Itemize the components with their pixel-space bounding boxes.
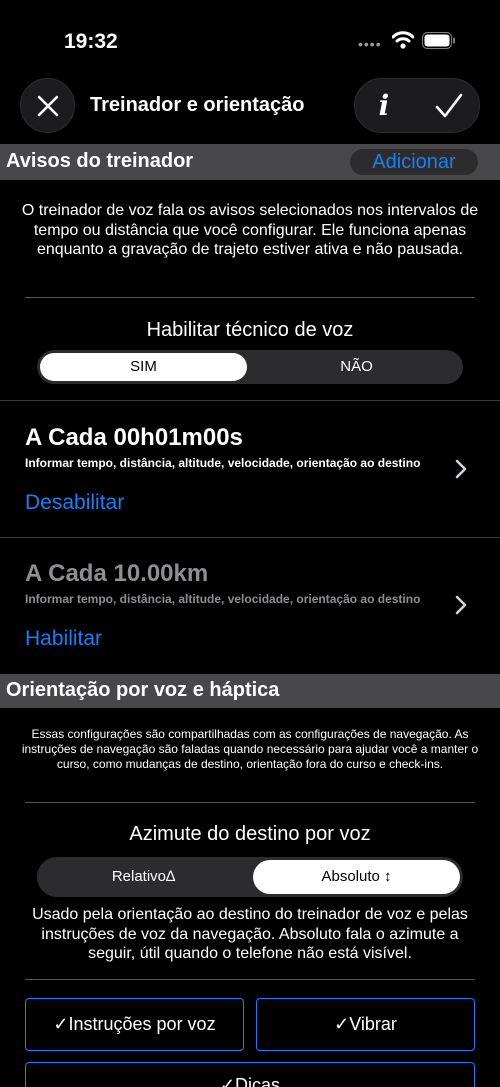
guidance-description: Essas configurações são compartilhadas c… xyxy=(21,727,479,771)
divider xyxy=(0,537,500,538)
divider xyxy=(25,802,475,803)
trigger-description: Informar tempo, distância, altitude, vel… xyxy=(25,456,421,470)
enable-voice-coach-label: Habilitar técnico de voz xyxy=(146,319,354,341)
status-bar: 19:32 •••• xyxy=(0,0,500,80)
vibrate-toggle[interactable]: ✓Vibrar xyxy=(256,998,475,1051)
chevron-right-icon xyxy=(455,595,467,615)
section-title: Avisos do treinador xyxy=(6,150,194,172)
navigation-bar: Treinador e orientação i xyxy=(0,78,500,136)
divider xyxy=(25,979,475,980)
option-relative[interactable]: Relativo∆ xyxy=(40,860,247,894)
coach-description: O treinador de voz fala os avisos seleci… xyxy=(21,202,479,258)
enable-trigger-link[interactable]: Habilitar xyxy=(25,627,102,651)
done-button[interactable] xyxy=(435,92,463,120)
option-absolute[interactable]: Absoluto ↕ xyxy=(253,860,460,894)
disable-trigger-link[interactable]: Desabilitar xyxy=(25,491,124,515)
bearing-control: Relativo∆ Absoluto ↕ xyxy=(37,857,463,897)
hints-toggle[interactable]: ✓Dicas xyxy=(25,1062,475,1087)
close-icon xyxy=(37,95,58,116)
trigger-title: A Cada 10.00km xyxy=(25,560,209,587)
option-yes[interactable]: SIM xyxy=(40,353,247,381)
guidance-section-header: Orientação por voz e háptica xyxy=(0,674,500,708)
coach-section-header: Avisos do treinador Adicionar xyxy=(0,144,500,180)
page-title: Treinador e orientação xyxy=(90,94,305,116)
divider xyxy=(0,400,500,401)
trigger-title: A Cada 00h01m00s xyxy=(25,424,243,451)
voice-instructions-toggle[interactable]: ✓Instruções por voz xyxy=(25,998,244,1051)
status-time: 19:32 xyxy=(64,30,118,53)
action-group: i xyxy=(354,78,480,133)
cellular-signal-icon: •••• xyxy=(358,36,382,52)
bearing-description: Usado pela orientação ao destino do trei… xyxy=(32,906,468,962)
enable-voice-coach-control: SIM NÃO xyxy=(37,350,463,384)
section-title: Orientação por voz e háptica xyxy=(6,679,280,701)
option-no[interactable]: NÃO xyxy=(253,353,460,381)
trigger-description: Informar tempo, distância, altitude, vel… xyxy=(25,592,421,606)
battery-icon xyxy=(422,32,455,49)
info-button[interactable]: i xyxy=(369,89,399,122)
add-button[interactable]: Adicionar xyxy=(350,149,478,175)
divider xyxy=(25,297,475,298)
close-button[interactable] xyxy=(20,78,75,133)
bearing-label: Azimute do destino por voz xyxy=(129,823,371,845)
wifi-icon xyxy=(392,31,414,49)
chevron-right-icon xyxy=(455,459,467,479)
